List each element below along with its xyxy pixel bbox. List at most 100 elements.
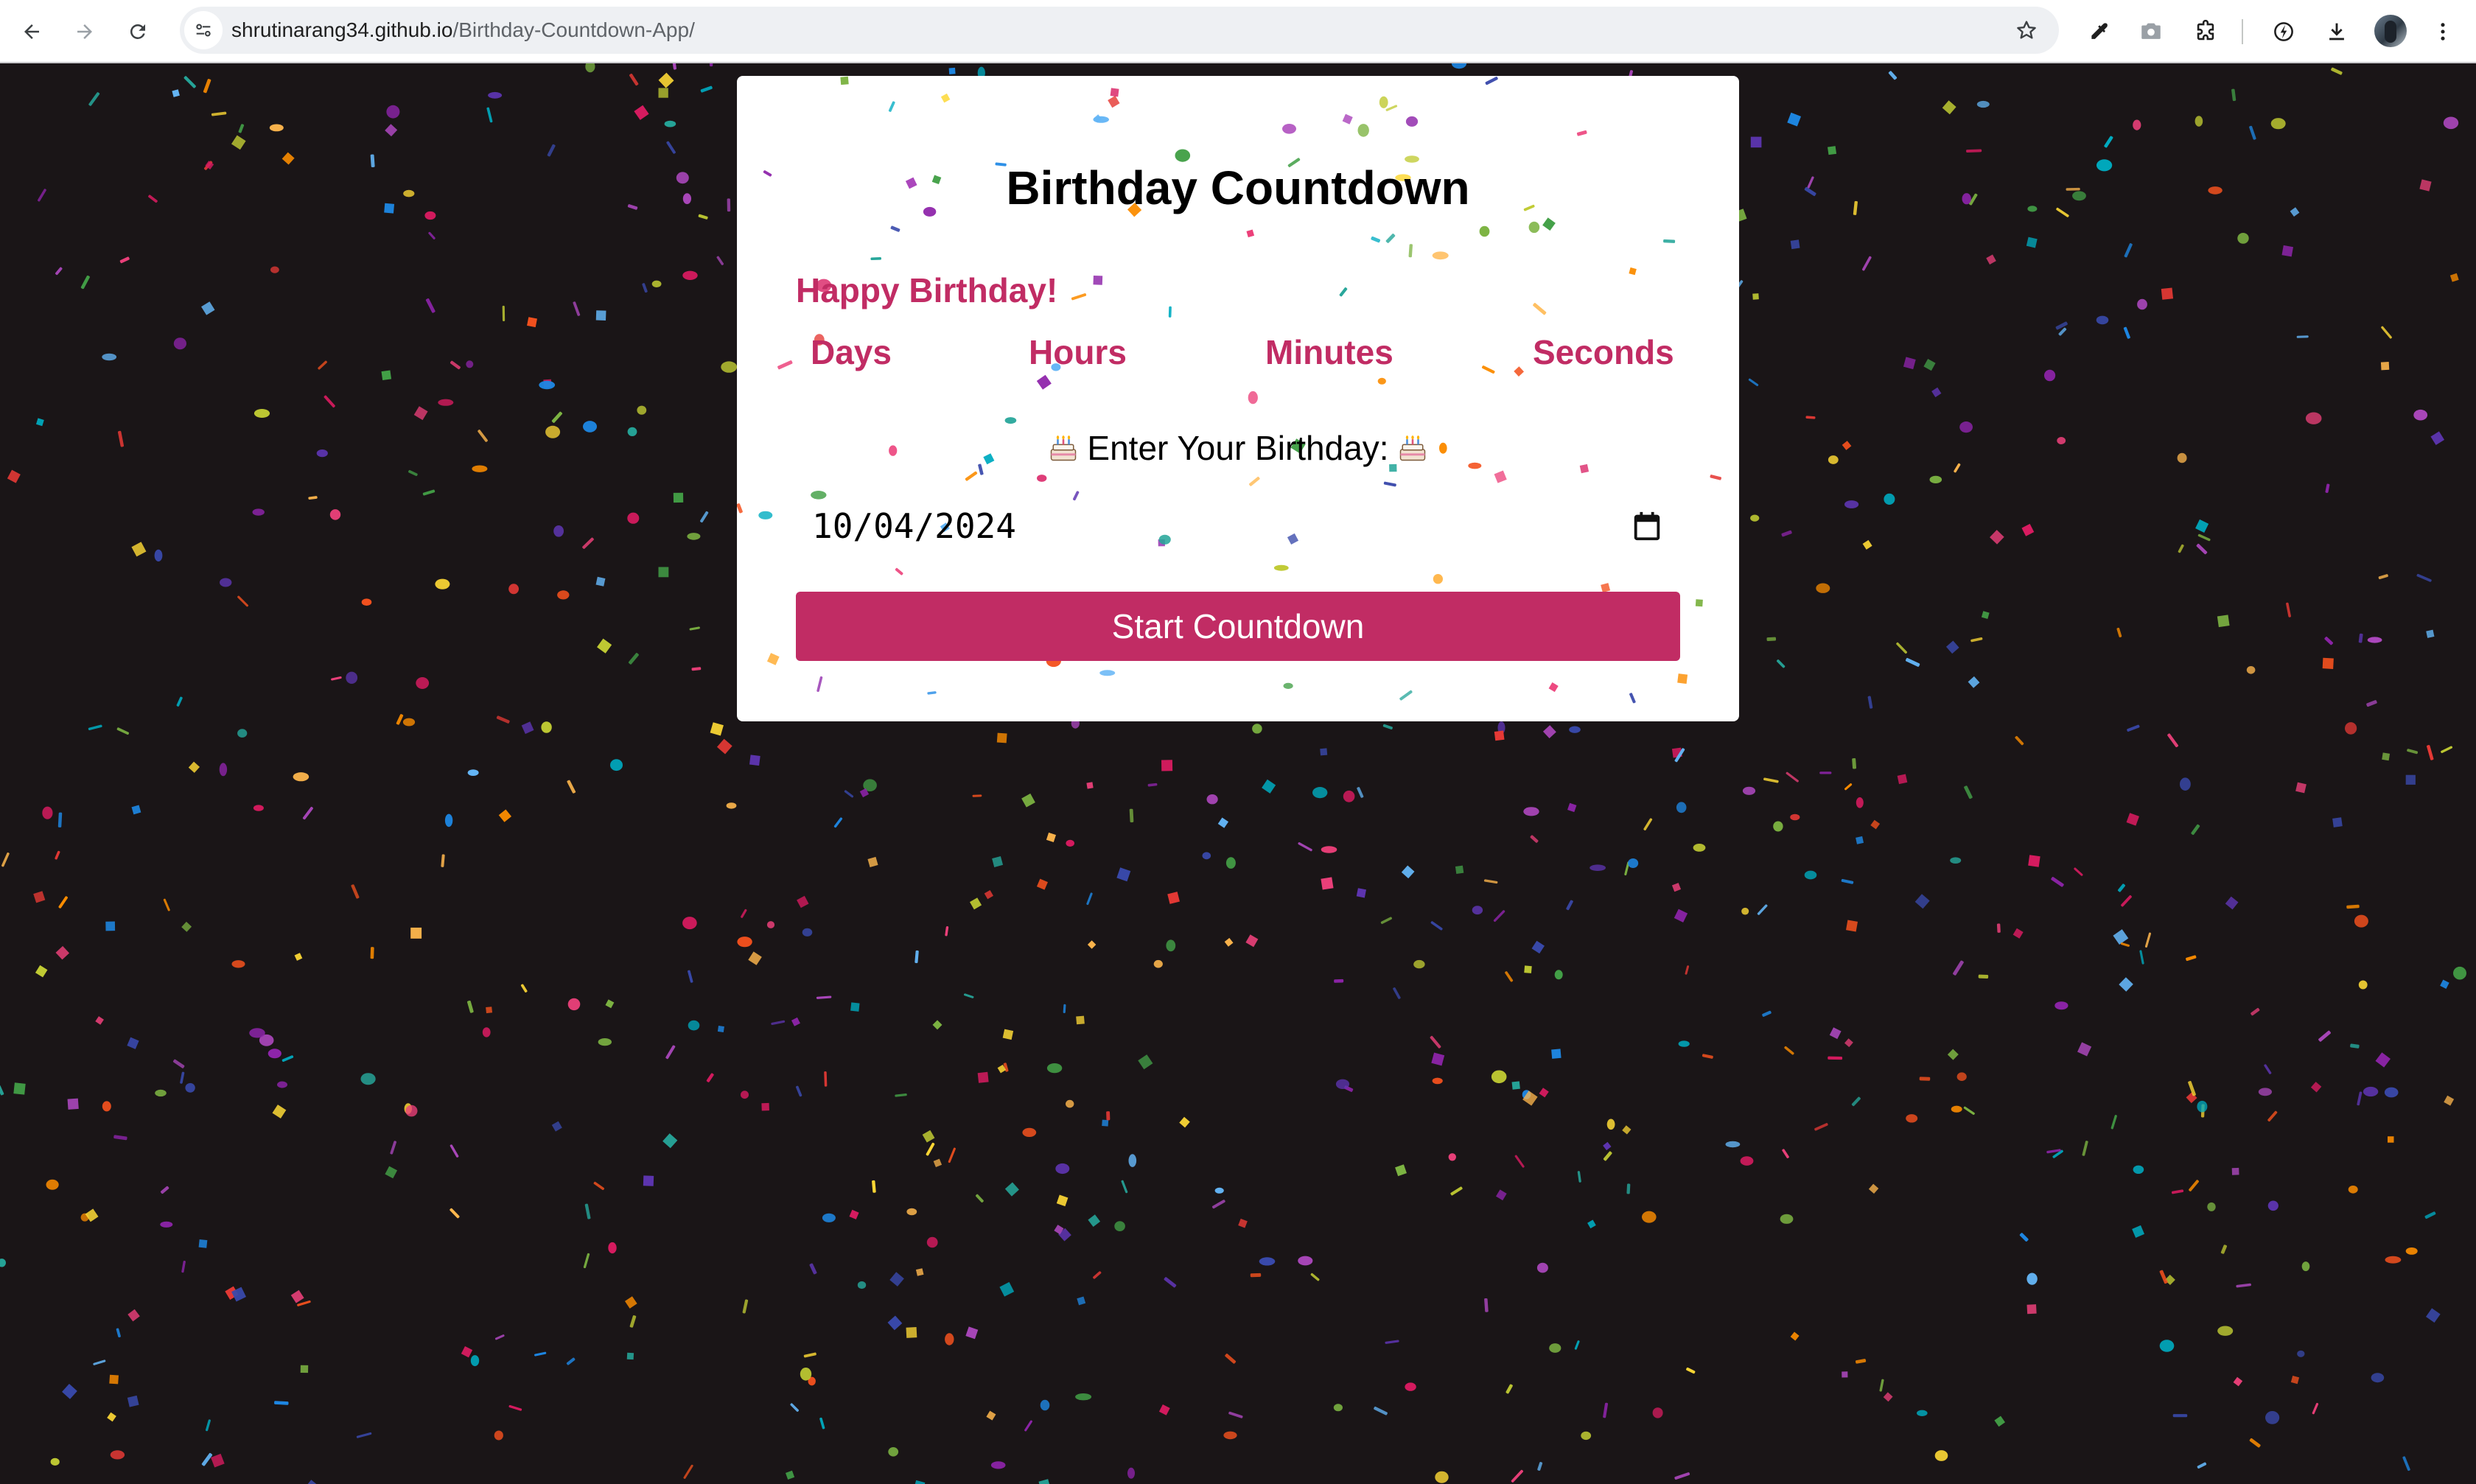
confetti-piece — [2197, 1100, 2208, 1113]
confetti-piece — [2345, 722, 2357, 735]
confetti-piece — [1784, 1046, 1794, 1055]
confetti-piece — [637, 405, 647, 415]
confetti-piece — [1493, 910, 1505, 923]
confetti-piece — [658, 88, 668, 98]
confetti-piece — [2180, 777, 2191, 791]
confetti-piece — [689, 626, 700, 631]
confetti-piece — [2104, 136, 2113, 148]
confetti-piece — [237, 729, 248, 738]
site-info-button[interactable] — [184, 11, 223, 49]
performance-button[interactable] — [2265, 13, 2302, 50]
confetti-piece — [1202, 852, 1211, 860]
confetti-piece — [2375, 1052, 2391, 1068]
confetti-piece — [2281, 245, 2293, 257]
confetti-piece — [2384, 1087, 2399, 1098]
confetti-piece — [1956, 1072, 1967, 1081]
confetti-piece — [219, 763, 228, 777]
confetti-piece — [1298, 1256, 1313, 1266]
confetti-piece — [1214, 1187, 1224, 1194]
browser-menu-button[interactable] — [2424, 13, 2461, 50]
confetti-piece — [2295, 782, 2307, 794]
confetti-piece — [717, 1026, 724, 1033]
confetti-piece — [1919, 1077, 1931, 1081]
confetti-piece — [1976, 100, 1990, 108]
confetti-piece — [370, 947, 374, 959]
eyedropper-button[interactable] — [2081, 13, 2118, 50]
confetti-piece — [2363, 1086, 2379, 1097]
confetti-piece — [1905, 657, 1920, 667]
confetti-piece — [201, 301, 215, 315]
confetti-piece — [2195, 519, 2209, 533]
confetti-piece — [2220, 1245, 2228, 1254]
confetti-piece — [710, 722, 724, 736]
confetti-piece — [62, 1384, 77, 1399]
confetti-piece — [2026, 1273, 2038, 1285]
calendar-icon[interactable] — [1630, 509, 1664, 543]
forward-arrow-icon — [77, 24, 92, 39]
confetti-piece — [1413, 959, 1425, 969]
confetti-piece — [1790, 1331, 1800, 1341]
confetti-piece — [1942, 100, 1956, 115]
confetti-piece — [1790, 239, 1800, 250]
confetti-piece — [2127, 724, 2140, 732]
address-bar[interactable]: shrutinarang34.github.io/Birthday-Countd… — [180, 7, 2059, 54]
confetti-piece — [716, 738, 732, 755]
confetti-piece — [2290, 1375, 2300, 1385]
confetti-piece — [102, 1101, 111, 1112]
confetti-piece — [557, 590, 570, 600]
confetti-piece — [2132, 1225, 2145, 1238]
profile-avatar[interactable] — [2374, 15, 2407, 47]
birthday-date-input[interactable]: 10/04/2024 — [796, 493, 1680, 559]
start-countdown-button[interactable]: Start Countdown — [796, 592, 1680, 661]
confetti-piece — [2249, 1438, 2261, 1448]
confetti-piece — [850, 1002, 860, 1012]
confetti-piece — [766, 921, 775, 928]
confetti-piece — [1781, 530, 1792, 537]
url-text[interactable]: shrutinarang34.github.io/Birthday-Countd… — [231, 7, 695, 54]
confetti-piece — [277, 1081, 287, 1088]
confetti-piece — [1116, 867, 1131, 882]
birthday-date-value[interactable]: 10/04/2024 — [812, 506, 1016, 546]
confetti-piece — [467, 769, 479, 776]
confetti-piece — [1539, 1088, 1549, 1098]
screenshot-button[interactable] — [2133, 13, 2169, 50]
confetti-piece — [1228, 1411, 1243, 1418]
confetti-piece — [2312, 1402, 2319, 1415]
minutes-label: Minutes — [1265, 333, 1393, 371]
confetti-piece — [1551, 1049, 1562, 1059]
confetti-piece — [482, 1027, 491, 1037]
confetti-piece — [2233, 1376, 2243, 1387]
confetti-piece — [35, 418, 44, 427]
confetti-piece — [1310, 1273, 1320, 1281]
confetti-piece — [1432, 251, 1449, 260]
confetti-piece — [1990, 530, 2004, 545]
confetti-piece — [624, 1296, 637, 1309]
confetti-piece — [2231, 88, 2237, 102]
confetti-piece — [1862, 256, 1872, 271]
reload-button[interactable] — [119, 13, 156, 50]
confetti-piece — [915, 1268, 924, 1276]
confetti-piece — [1695, 599, 1703, 607]
confetti-piece — [965, 1326, 979, 1340]
bookmark-button[interactable] — [2012, 15, 2041, 45]
confetti-piece — [211, 111, 227, 116]
confetti-piece — [1603, 1402, 1609, 1418]
forward-button[interactable] — [66, 13, 103, 50]
confetti-piece — [2066, 187, 2080, 191]
confetti-piece — [498, 809, 512, 822]
confetti-piece — [1021, 793, 1035, 808]
reload-icon — [130, 24, 145, 39]
confetti-piece — [2139, 950, 2144, 965]
confetti-piece — [890, 225, 900, 232]
extensions-button[interactable] — [2187, 13, 2224, 50]
confetti-piece — [2407, 749, 2419, 755]
back-button[interactable] — [13, 13, 50, 50]
confetti-piece — [0, 1259, 6, 1267]
confetti-piece — [1883, 1392, 1893, 1402]
confetti-piece — [470, 1355, 480, 1367]
confetti-piece — [2348, 1186, 2358, 1194]
confetti-piece — [2012, 928, 2024, 939]
confetti-piece — [996, 732, 1007, 743]
downloads-button[interactable] — [2318, 13, 2355, 50]
confetti-piece — [1343, 790, 1355, 802]
